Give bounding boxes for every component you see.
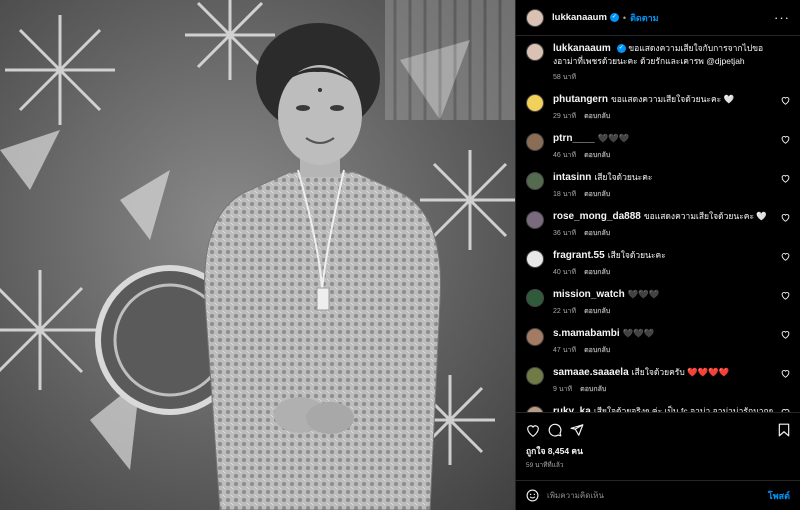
heart-icon[interactable] [526, 424, 540, 437]
comment-time: 22 นาที [553, 308, 577, 315]
comment-icon[interactable] [548, 423, 562, 437]
likes-count[interactable]: ถูกใจ 8,454 คน [526, 444, 790, 458]
bookmark-icon[interactable] [778, 423, 790, 437]
more-options-icon[interactable]: ··· [774, 10, 790, 25]
comment-item: rose_mong_da888 ขอแสดงความเสียใจด้วยนะคะ … [526, 210, 790, 239]
post-photo[interactable] [0, 0, 515, 510]
add-comment-bar: โพสต์ [516, 480, 800, 510]
commenter-username[interactable]: intasinn [553, 172, 591, 183]
reply-button[interactable]: ตอบกลับ [584, 269, 610, 276]
reply-button[interactable]: ตอบกลับ [584, 308, 610, 315]
separator-dot: • [622, 12, 627, 23]
caption: lukkanaaum ✓ ขอแสดงความเสียใจกับการจากไปข… [526, 42, 790, 83]
comment-item: mission_watch 🖤🖤🖤 22 นาที ตอบกลับ [526, 288, 790, 317]
commenter-username[interactable]: ruky_ka [553, 406, 591, 412]
comment-like-icon[interactable] [781, 369, 790, 378]
comment-time: 9 นาที [553, 386, 573, 393]
comment-like-icon[interactable] [781, 252, 790, 261]
comment-item: samaae.saaaela เสียใจด้วยครับ ❤️❤️❤️❤️ 9 น… [526, 366, 790, 395]
comment-text: 🖤🖤🖤 [597, 133, 630, 143]
comment-time: 47 นาที [553, 347, 577, 354]
comment-like-icon[interactable] [781, 408, 790, 412]
reply-button[interactable]: ตอบกลับ [584, 230, 610, 237]
comment-time: 18 นาที [553, 191, 577, 198]
comment-item: ruky_ka เสียใจด้วยจริงๆ ค่ะ เป็น fc อาม่า… [526, 405, 790, 412]
commenter-username[interactable]: phutangern [553, 94, 608, 105]
post-comment-button[interactable]: โพสต์ [768, 489, 790, 503]
caption-avatar[interactable] [526, 43, 544, 61]
comment-like-icon[interactable] [781, 174, 790, 183]
post-header: lukkanaaum ✓ • ติดตาม ··· [516, 0, 800, 36]
reply-button[interactable]: ตอบกลับ [584, 152, 610, 159]
caption-username[interactable]: lukkanaaum [553, 43, 611, 54]
comment-item: fragrant.55 เสียใจด้วยนะคะ 40 นาที ตอบกลับ [526, 249, 790, 278]
author-avatar[interactable] [526, 8, 544, 27]
comment-text: เสียใจด้วยนะคะ [607, 250, 666, 260]
commenter-avatar[interactable] [526, 289, 544, 307]
author-username[interactable]: lukkanaaum [552, 12, 607, 23]
comment-text: 🖤🖤🖤 [627, 289, 660, 299]
comment-time: 46 นาที [553, 152, 577, 159]
comment-item: s.mamabambi 🖤🖤🖤 47 นาที ตอบกลับ [526, 327, 790, 356]
follow-button[interactable]: ติดตาม [630, 11, 659, 25]
commenter-username[interactable]: ptrn____ [553, 133, 595, 144]
commenter-avatar[interactable] [526, 367, 544, 385]
commenter-username[interactable]: samaae.saaaela [553, 367, 629, 378]
commenter-avatar[interactable] [526, 94, 544, 112]
commenter-avatar[interactable] [526, 250, 544, 268]
comment-time: 36 นาที [553, 230, 577, 237]
comment-text: 🖤🖤🖤 [622, 328, 655, 338]
comment-like-icon[interactable] [781, 213, 790, 222]
commenter-username[interactable]: s.mamabambi [553, 328, 620, 339]
share-icon[interactable] [570, 423, 584, 437]
commenter-username[interactable]: fragrant.55 [553, 250, 605, 261]
comment-item: ptrn____ 🖤🖤🖤 46 นาที ตอบกลับ [526, 132, 790, 161]
comment-like-icon[interactable] [781, 135, 790, 144]
reply-button[interactable]: ตอบกลับ [584, 347, 610, 354]
photo-illustration [0, 0, 515, 510]
commenter-avatar[interactable] [526, 328, 544, 346]
comment-item: intasinn เสียใจด้วยนะคะ 18 นาที ตอบกลับ [526, 171, 790, 200]
commenter-avatar[interactable] [526, 406, 544, 412]
comment-like-icon[interactable] [781, 96, 790, 105]
comment-input[interactable] [547, 491, 768, 500]
post-time: 59 นาทีที่แล้ว [526, 462, 564, 469]
commenter-avatar[interactable] [526, 133, 544, 151]
comment-time: 40 นาที [553, 269, 577, 276]
commenter-username[interactable]: rose_mong_da888 [553, 211, 641, 222]
commenter-avatar[interactable] [526, 211, 544, 229]
caption-verified-icon: ✓ [616, 44, 626, 54]
comment-item: phutangern ขอแสดงความเสียใจด้วยนะคะ 🤍 29 น… [526, 93, 790, 122]
comment-text: เสียใจด้วยครับ ❤️❤️❤️❤️ [631, 367, 730, 377]
comment-text: ขอแสดงความเสียใจด้วยนะคะ 🤍 [611, 94, 735, 104]
comment-text: เสียใจด้วยนะคะ [594, 172, 653, 182]
commenter-avatar[interactable] [526, 172, 544, 190]
comment-list[interactable]: lukkanaaum ✓ ขอแสดงความเสียใจกับการจากไปข… [516, 36, 800, 412]
reply-button[interactable]: ตอบกลับ [584, 113, 610, 120]
reply-button[interactable]: ตอบกลับ [580, 386, 606, 393]
reply-button[interactable]: ตอบกลับ [584, 191, 610, 198]
emoji-icon[interactable] [526, 489, 539, 502]
commenter-username[interactable]: mission_watch [553, 289, 625, 300]
caption-time: 58 นาที [553, 74, 577, 81]
action-bar: ถูกใจ 8,454 คน 59 นาทีที่แล้ว [516, 412, 800, 474]
comment-like-icon[interactable] [781, 291, 790, 300]
comment-time: 29 นาที [553, 113, 577, 120]
verified-badge-icon: ✓ [609, 13, 619, 22]
comment-text: ขอแสดงความเสียใจด้วยนะคะ 🤍 [643, 211, 767, 221]
side-panel: lukkanaaum ✓ • ติดตาม ··· lukkanaaum ✓ ขอ… [515, 0, 800, 510]
comment-text: เสียใจด้วยจริงๆ ค่ะ เป็น fc อาม่า อาม่าน… [593, 406, 774, 412]
comment-like-icon[interactable] [781, 330, 790, 339]
